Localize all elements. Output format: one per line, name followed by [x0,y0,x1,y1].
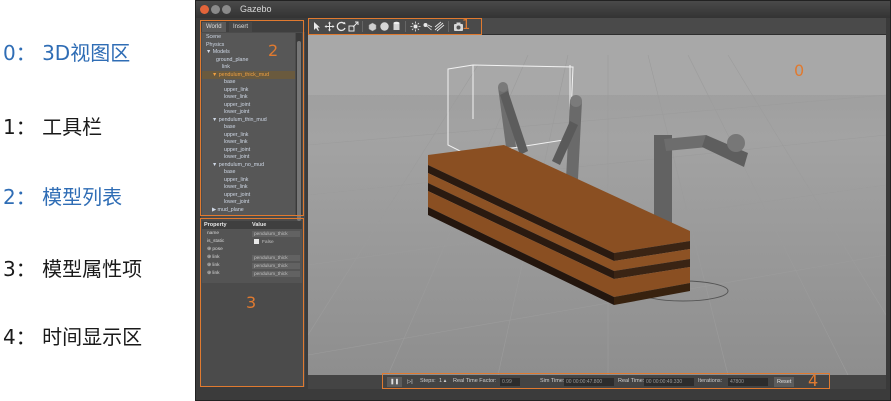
annotation-box-toolbar [308,18,482,35]
legend-item-toolbar: 1： 工具栏 [3,115,103,139]
3d-view[interactable] [308,35,886,375]
title-bar: Gazebo [196,1,890,18]
close-window-button[interactable] [200,5,209,14]
right-dock-edge [886,18,890,390]
legend-item-model-properties: 3： 模型属性项 [3,257,143,281]
minimize-window-button[interactable] [211,5,220,14]
annotation-label-1: 1 [462,18,471,33]
pendulum-no-mud[interactable] [654,134,748,225]
annotation-box-model-list [200,20,304,216]
scene-render[interactable] [308,35,886,375]
annotation-label-0: 0 [794,61,805,80]
annotation-label-2: 2 [268,41,279,60]
annotation-box-time-panel [382,373,830,389]
gazebo-window: Gazebo World Insert Scene Physics ▼ Models… [195,0,891,401]
legend-item-time-display: 4： 时间显示区 [3,325,143,349]
maximize-window-button[interactable] [222,5,231,14]
annotation-label-4: 4 [808,371,819,390]
legend-item-model-list: 2： 模型列表 [3,185,123,209]
legend-item-3d-view: 0： 3D视图区 [3,41,131,65]
figure-root: 0： 3D视图区 1： 工具栏 2： 模型列表 3： 模型属性项 4： 时间显示… [0,0,891,401]
legend: 0： 3D视图区 1： 工具栏 2： 模型列表 3： 模型属性项 4： 时间显示… [0,0,195,401]
annotation-label-3: 3 [246,293,257,312]
window-title: Gazebo [240,4,272,14]
